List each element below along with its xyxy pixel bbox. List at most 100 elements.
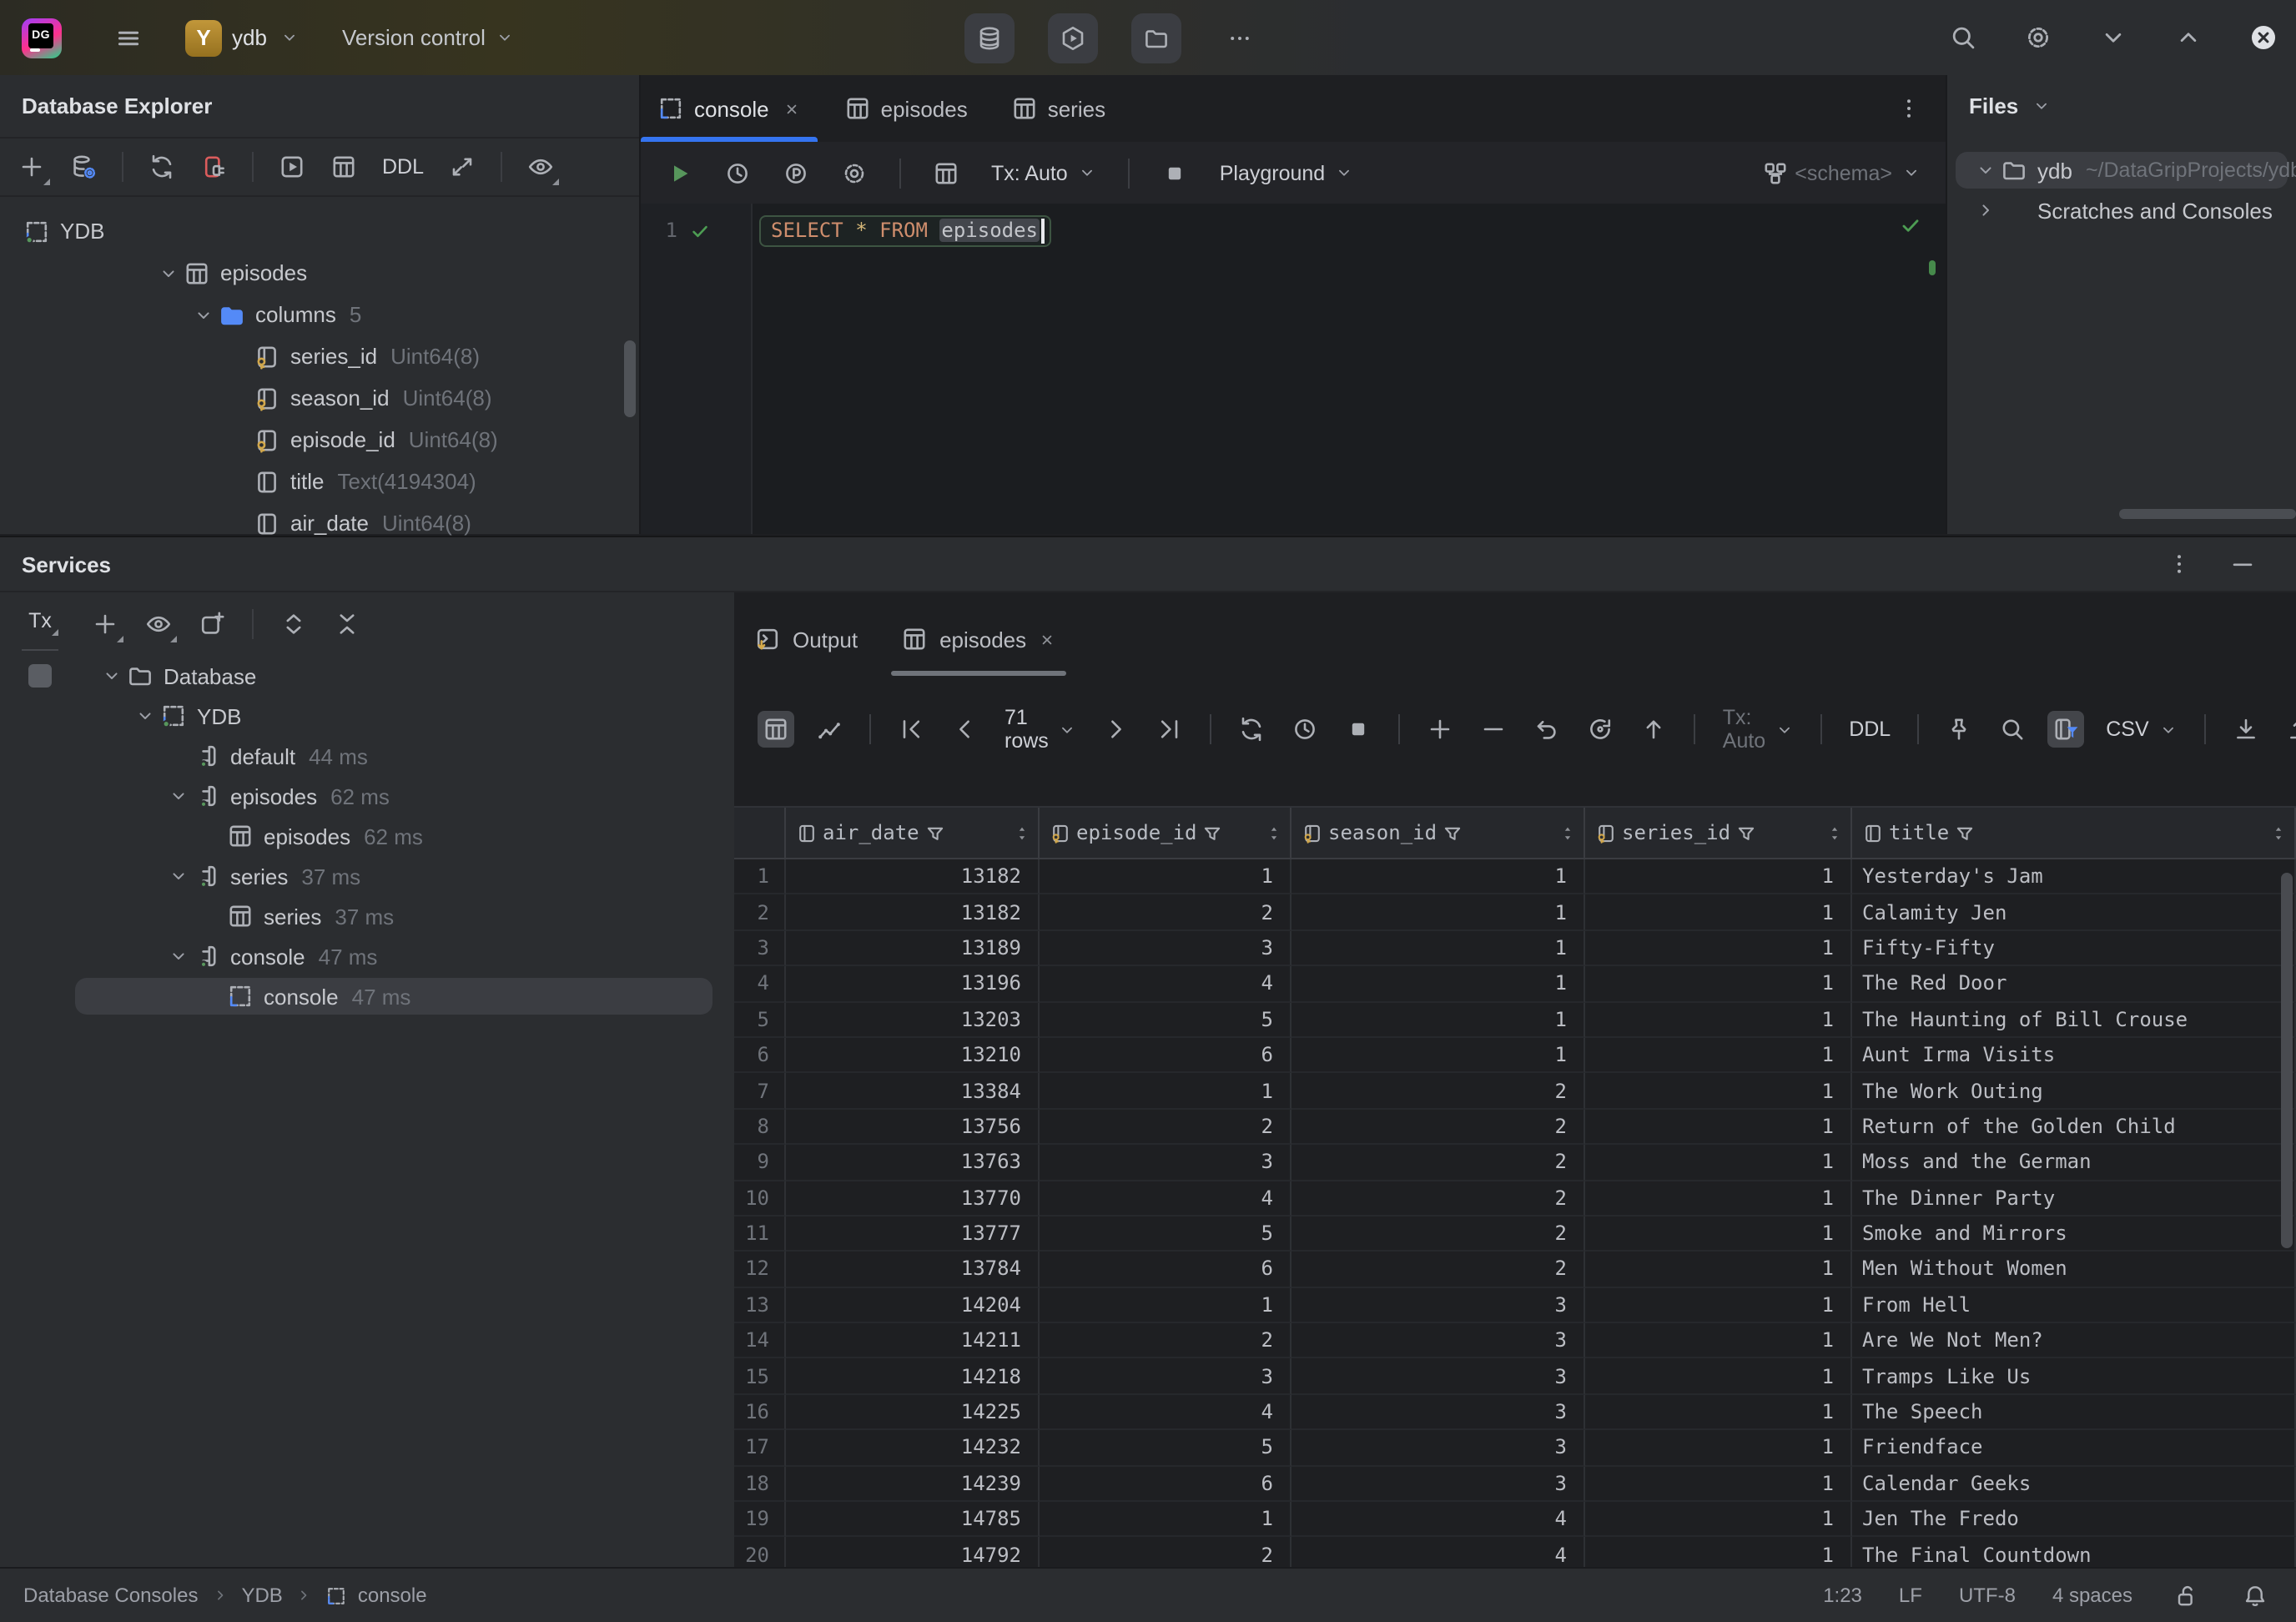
editor-content[interactable]: 1 SELECT * FROM episodes <box>641 204 1946 534</box>
main-menu-button[interactable] <box>108 18 149 58</box>
cell-series-id[interactable]: 1 <box>1585 1395 1852 1431</box>
cell-air-date[interactable]: 13189 <box>786 931 1040 967</box>
table-row[interactable]: 1814239631Calendar Geeks <box>734 1466 2296 1502</box>
line-separator[interactable]: LF <box>1899 1584 1922 1607</box>
cell-episode-id[interactable]: 6 <box>1040 1038 1292 1074</box>
close-circle-button[interactable] <box>2244 18 2283 57</box>
cell-series-id[interactable]: 1 <box>1585 1466 1852 1502</box>
page-last-button[interactable] <box>1152 711 1189 748</box>
table-row[interactable]: 1414211231Are We Not Men? <box>734 1323 2296 1359</box>
folder-button[interactable] <box>1131 13 1181 63</box>
cell-title[interactable]: Jen The Fredo <box>1852 1502 2296 1538</box>
cell-air-date[interactable]: 13770 <box>786 1181 1040 1216</box>
table-row[interactable]: 713384121The Work Outing <box>734 1074 2296 1110</box>
eye-button[interactable] <box>522 149 559 185</box>
close-icon[interactable] <box>783 99 801 118</box>
tree-item-series[interactable]: series37 ms <box>0 856 734 896</box>
file-encoding[interactable]: UTF-8 <box>1959 1584 2016 1607</box>
arrow-up-button[interactable] <box>1636 711 1673 748</box>
cell-air-date[interactable]: 13756 <box>786 1109 1040 1145</box>
cell-air-date[interactable]: 14225 <box>786 1395 1040 1431</box>
cell-episode-id[interactable]: 1 <box>1040 1074 1292 1110</box>
scrollbar-thumb[interactable] <box>624 340 636 417</box>
tree-item-series-id[interactable]: series_idUint64(8) <box>0 335 639 377</box>
cell-series-id[interactable]: 1 <box>1585 1074 1852 1110</box>
ddl-button[interactable]: DDL <box>1844 713 1896 746</box>
editor-options-button[interactable] <box>1896 95 1922 122</box>
table-row[interactable]: 913763321Moss and the German <box>734 1145 2296 1181</box>
scrollbar-thumb[interactable] <box>2119 509 2296 519</box>
search-button[interactable] <box>1944 18 1982 57</box>
cell-air-date[interactable]: 13182 <box>786 859 1040 895</box>
stop-sq-button[interactable] <box>1156 154 1193 191</box>
editor-tab-series[interactable]: series <box>1011 75 1105 142</box>
column-header-season-id[interactable]: season_id <box>1292 808 1585 858</box>
play-button[interactable] <box>661 154 697 191</box>
chart-button[interactable] <box>811 711 848 748</box>
cell-episode-id[interactable]: 5 <box>1040 1002 1292 1038</box>
cell-episode-id[interactable]: 1 <box>1040 859 1292 895</box>
table-row[interactable]: 313189311Fifty-Fifty <box>734 931 2296 967</box>
cell-season-id[interactable]: 3 <box>1292 1431 1585 1467</box>
cell-title[interactable]: The Dinner Party <box>1852 1181 2296 1216</box>
cell-episode-id[interactable]: 2 <box>1040 895 1292 931</box>
cell-episode-id[interactable]: 2 <box>1040 1323 1292 1359</box>
table-row[interactable]: 213182211Calamity Jen <box>734 895 2296 931</box>
cell-series-id[interactable]: 1 <box>1585 1323 1852 1359</box>
table-row[interactable]: 513203511The Haunting of Bill Crouse <box>734 1002 2296 1038</box>
eye-button[interactable] <box>140 606 177 642</box>
results-tab-output[interactable]: Output <box>754 602 858 676</box>
caret-position[interactable]: 1:23 <box>1823 1584 1862 1607</box>
cell-season-id[interactable]: 1 <box>1292 931 1585 967</box>
version-control-widget[interactable]: Version control <box>342 25 514 50</box>
chevron-down-button[interactable] <box>2094 18 2132 57</box>
more-v-button[interactable] <box>2161 546 2198 582</box>
chevron-up-button[interactable] <box>2169 18 2208 57</box>
column-header-episode-id[interactable]: episode_id <box>1040 808 1292 858</box>
tree-item-episodes[interactable]: episodes62 ms <box>0 776 734 816</box>
plus-button[interactable] <box>87 606 123 642</box>
cell-air-date[interactable]: 14218 <box>786 1359 1040 1395</box>
table-view-button[interactable] <box>758 711 794 748</box>
breadcrumb-item-database-consoles[interactable]: Database Consoles <box>23 1584 198 1607</box>
pin-button[interactable] <box>1941 711 1977 748</box>
column-header-series-id[interactable]: series_id <box>1585 808 1852 858</box>
tree-item-columns[interactable]: columns5 <box>0 294 639 335</box>
cell-title[interactable]: Moss and the German <box>1852 1145 2296 1181</box>
cell-season-id[interactable]: 2 <box>1292 1216 1585 1252</box>
cell-season-id[interactable]: 3 <box>1292 1323 1585 1359</box>
cell-series-id[interactable]: 1 <box>1585 1287 1852 1323</box>
table-row[interactable]: 113182111Yesterday's Jam <box>734 859 2296 895</box>
cell-episode-id[interactable]: 4 <box>1040 1395 1292 1431</box>
editor-tab-episodes[interactable]: episodes <box>844 75 968 142</box>
table-row[interactable]: 813756221Return of the Golden Child <box>734 1109 2296 1145</box>
circle-p-button[interactable] <box>778 154 814 191</box>
cell-season-id[interactable]: 1 <box>1292 966 1585 1002</box>
cell-episode-id[interactable]: 1 <box>1040 1287 1292 1323</box>
cell-title[interactable]: Aunt Irma Visits <box>1852 1038 2296 1074</box>
database-button[interactable] <box>964 13 1015 63</box>
cell-air-date[interactable]: 13777 <box>786 1216 1040 1252</box>
cell-episode-id[interactable]: 2 <box>1040 1109 1292 1145</box>
cell-title[interactable]: The Work Outing <box>1852 1074 2296 1110</box>
cell-title[interactable]: Calamity Jen <box>1852 895 2296 931</box>
tree-item-scratches-and-consoles[interactable]: Scratches and Consoles <box>1947 190 2296 230</box>
tree-item-ydb[interactable]: ydb~/DataGripProjects/ydb <box>1947 150 2296 190</box>
page-first-button[interactable] <box>893 711 929 748</box>
plus-button[interactable] <box>13 149 50 185</box>
stop-sq-button[interactable] <box>1341 711 1377 748</box>
tree-item-episodes[interactable]: episodes62 ms <box>0 816 734 856</box>
cell-title[interactable]: The Speech <box>1852 1395 2296 1431</box>
clock-button[interactable] <box>1287 711 1324 748</box>
plus-button[interactable] <box>1422 711 1459 748</box>
cell-title[interactable]: Are We Not Men? <box>1852 1323 2296 1359</box>
tree-item-console[interactable]: console47 ms <box>0 936 734 976</box>
cell-episode-id[interactable]: 5 <box>1040 1216 1292 1252</box>
cell-episode-id[interactable]: 4 <box>1040 966 1292 1002</box>
table-row[interactable]: 613210611Aunt Irma Visits <box>734 1038 2296 1074</box>
cell-title[interactable]: Smoke and Mirrors <box>1852 1216 2296 1252</box>
cell-season-id[interactable]: 1 <box>1292 1002 1585 1038</box>
cell-series-id[interactable]: 1 <box>1585 859 1852 895</box>
cell-season-id[interactable]: 2 <box>1292 1252 1585 1288</box>
table-row[interactable]: 1914785141Jen The Fredo <box>734 1502 2296 1538</box>
